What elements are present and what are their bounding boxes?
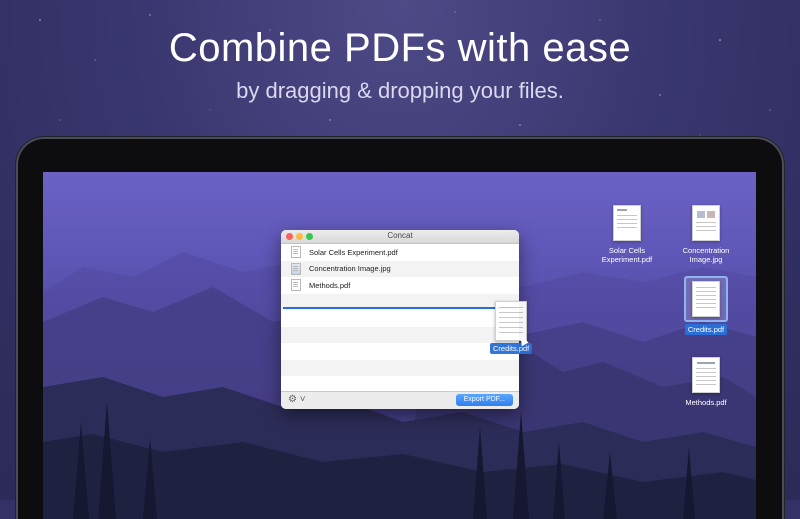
desktop-icon-label: Experiment.pdf	[601, 255, 653, 264]
desktop-icon-label: Methods.pdf	[685, 398, 727, 407]
starry-sky	[39, 11, 771, 136]
empty-row	[281, 343, 519, 360]
dragging-file[interactable]: Credits.pdf	[490, 301, 533, 354]
window-titlebar[interactable]: Concat	[281, 230, 519, 244]
pdf-thumbnail-icon	[692, 357, 720, 393]
desktop-icon-label: Image.jpg	[689, 255, 723, 264]
pdf-thumbnail-icon	[692, 281, 720, 317]
subheadline: by dragging & dropping your files.	[236, 78, 564, 103]
window-title: Concat	[387, 231, 413, 240]
desktop-icon-concentration[interactable]: Concentration Image.jpg	[673, 205, 739, 264]
drop-indicator	[283, 307, 517, 309]
dragging-file-label: Credits.pdf	[490, 343, 533, 354]
list-item[interactable]: Concentration Image.jpg	[281, 260, 519, 277]
image-thumbnail-icon	[692, 205, 720, 241]
empty-row	[281, 326, 519, 343]
desktop-icon-methods[interactable]: Methods.pdf	[673, 357, 739, 407]
concat-window: Concat Solar Cells Experiment.pdf Concen…	[281, 230, 519, 409]
image-file-icon	[291, 262, 301, 275]
export-pdf-button[interactable]: Export PDF...	[455, 394, 513, 406]
pdf-thumbnail-icon	[613, 205, 641, 241]
empty-row	[281, 310, 519, 327]
file-name: Concentration Image.jpg	[309, 264, 391, 274]
empty-row	[281, 359, 519, 376]
desktop-icon-label: Concentration	[682, 246, 730, 255]
file-list[interactable]: Solar Cells Experiment.pdf Concentration…	[281, 244, 519, 392]
file-name: Methods.pdf	[309, 280, 351, 290]
file-name: Solar Cells Experiment.pdf	[309, 247, 398, 257]
gear-icon[interactable]: ⚙ ˅	[288, 394, 306, 405]
desktop-screen: Concat Solar Cells Experiment.pdf Concen…	[43, 172, 756, 519]
pdf-file-icon	[291, 279, 301, 292]
headline: Combine PDFs with ease	[168, 26, 632, 70]
list-item[interactable]: Methods.pdf	[281, 277, 519, 294]
desktop-icon-solar[interactable]: Solar Cells Experiment.pdf	[597, 205, 657, 264]
desktop-icon-label: Solar Cells	[608, 246, 646, 255]
laptop-frame: Concat Solar Cells Experiment.pdf Concen…	[18, 139, 782, 519]
desktop-icon-credits[interactable]: Credits.pdf	[680, 276, 732, 335]
pdf-file-icon	[291, 246, 301, 259]
selection-highlight	[684, 276, 728, 322]
list-item[interactable]: Solar Cells Experiment.pdf	[281, 244, 519, 261]
window-toolbar: ⚙ ˅ Export PDF...	[281, 391, 519, 409]
desktop-icon-label: Credits.pdf	[684, 324, 728, 335]
